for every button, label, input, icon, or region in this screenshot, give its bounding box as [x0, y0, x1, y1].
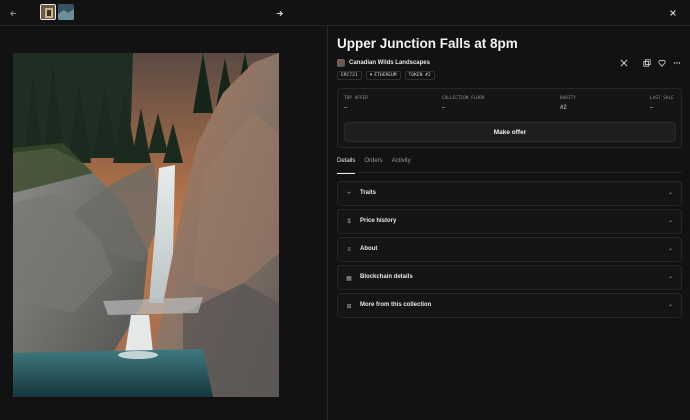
section-label: About [360, 246, 378, 252]
chip-standard: ERC721 [337, 71, 362, 80]
section-price-history[interactable]: $ Price history ⌄ [337, 209, 682, 234]
stat-label-rarity: RARITY [560, 96, 576, 101]
stat-label-collection-floor: COLLECTION FLOOR [442, 96, 485, 101]
chevron-down-icon: ⌄ [667, 246, 673, 252]
chevron-down-icon: ⌄ [667, 218, 673, 224]
collection-link[interactable]: Canadian Wilds Landscapes [337, 59, 430, 67]
next-arrow-icon[interactable] [270, 4, 288, 22]
token-chips: ERC721 ♦ ETHEREUM TOKEN #2 [337, 71, 435, 80]
tiles-icon: ⊞ [346, 303, 352, 310]
chevron-down-icon: ⌄ [667, 274, 673, 280]
tab-underline [337, 172, 682, 173]
dollar-icon: $ [347, 219, 351, 225]
stat-label-top-offer: TOP OFFER [344, 96, 368, 101]
chip-token: TOKEN #2 [404, 71, 435, 80]
top-bar [0, 0, 690, 26]
stat-value-rarity: #2 [560, 105, 567, 111]
make-offer-button[interactable]: Make offer [344, 122, 676, 142]
panel-divider [327, 26, 328, 420]
artwork-image[interactable] [13, 53, 279, 397]
section-blockchain-details[interactable]: ▦ Blockchain details ⌄ [337, 265, 682, 290]
section-label: More from this collection [360, 302, 432, 308]
plus-icon: + [347, 191, 351, 197]
section-label: Price history [360, 218, 397, 224]
heart-icon[interactable] [656, 57, 668, 69]
section-traits[interactable]: + Traits ⌄ [337, 181, 682, 206]
thumbnail-1[interactable] [40, 4, 56, 20]
chevron-down-icon: ⌄ [667, 190, 673, 196]
thumbnail-2[interactable] [58, 4, 74, 20]
copy-icon[interactable] [641, 57, 653, 69]
stat-label-last-sale: LAST SALE [650, 96, 674, 101]
section-more-from-collection[interactable]: ⊞ More from this collection ⌄ [337, 293, 682, 318]
nft-title: Upper Junction Falls at 8pm [337, 36, 518, 51]
collection-name: Canadian Wilds Landscapes [349, 60, 430, 66]
diamond-icon: ♦ [369, 73, 373, 78]
more-options-icon[interactable] [671, 57, 683, 69]
text-icon: ≡ [347, 247, 351, 253]
section-about[interactable]: ≡ About ⌄ [337, 237, 682, 262]
x-share-icon[interactable] [618, 57, 630, 69]
section-label: Traits [360, 190, 377, 196]
offer-box: TOP OFFER – COLLECTION FLOOR – RARITY #2… [337, 88, 682, 148]
stat-value-top-offer: – [344, 105, 348, 111]
section-label: Blockchain details [360, 274, 413, 280]
collection-avatar [337, 59, 345, 67]
grid-icon: ▦ [346, 275, 352, 282]
chip-chain: ♦ ETHEREUM [365, 71, 401, 80]
stat-value-collection-floor: – [442, 105, 446, 111]
stat-value-last-sale: – [650, 105, 654, 111]
close-icon[interactable] [664, 4, 682, 22]
back-arrow-icon[interactable] [4, 4, 22, 22]
chevron-down-icon: ⌄ [667, 302, 673, 308]
